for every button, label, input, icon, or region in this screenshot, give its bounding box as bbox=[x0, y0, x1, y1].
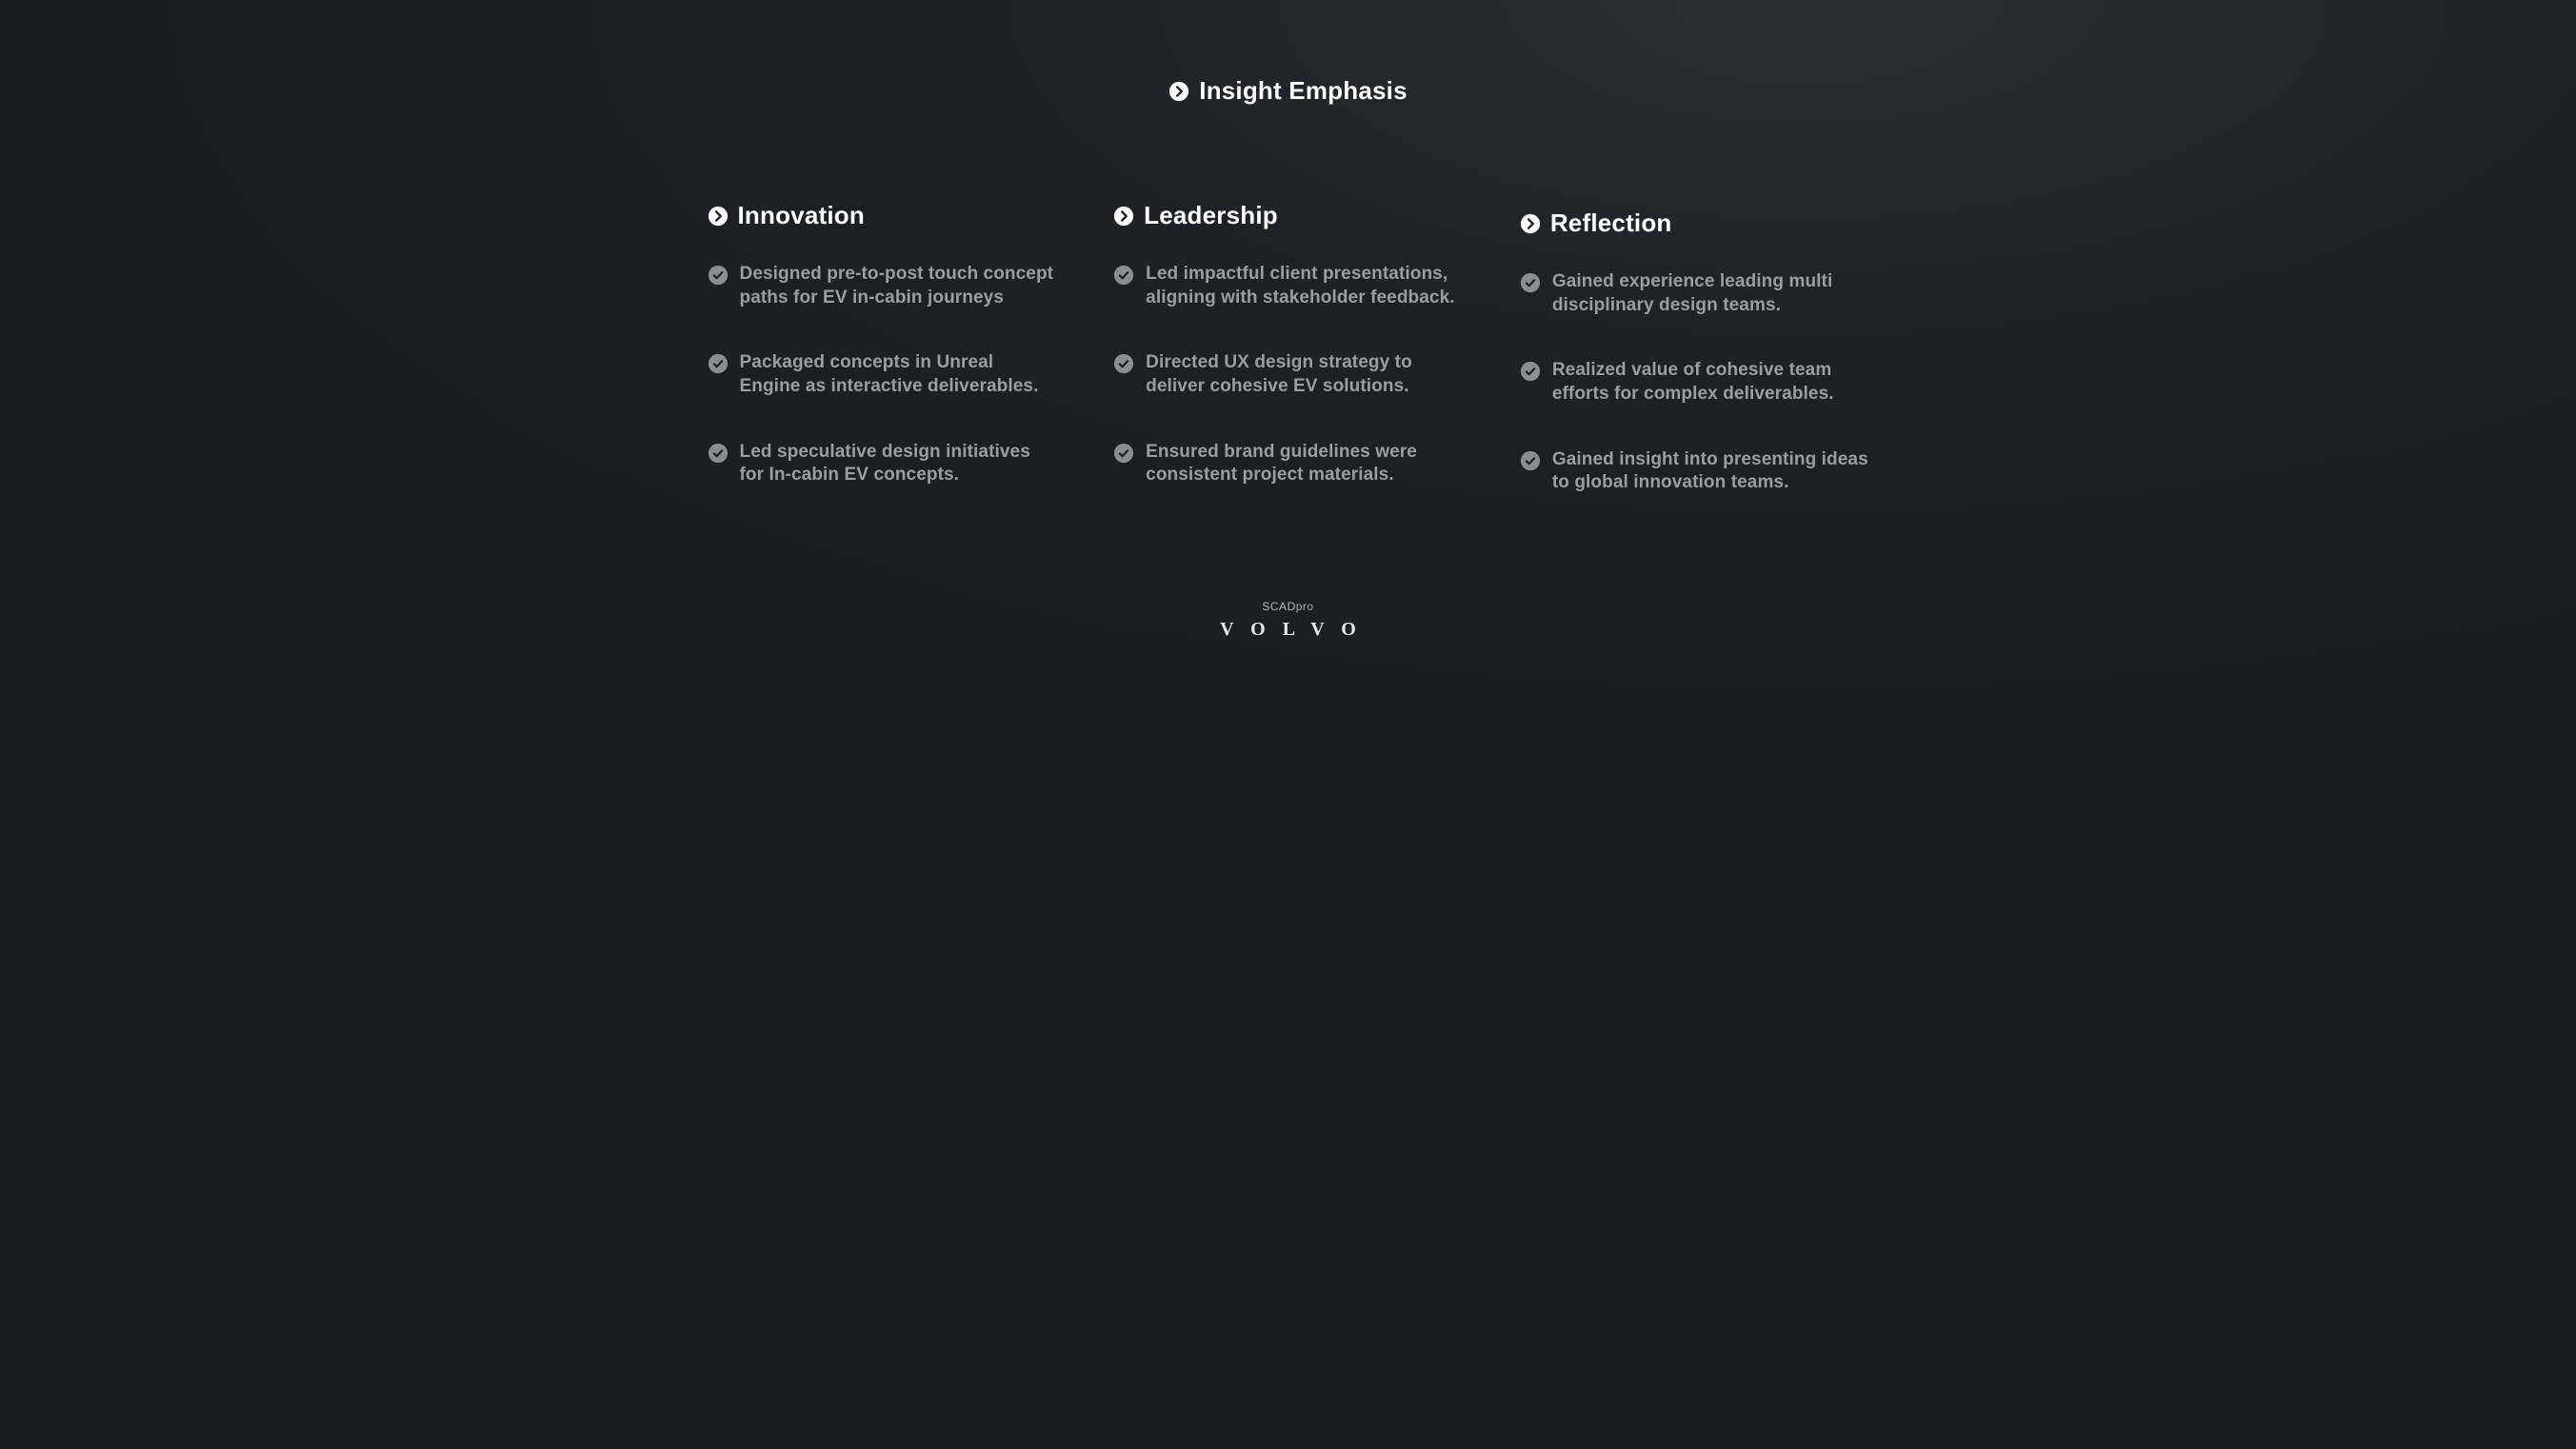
list-item: Gained insight into presenting ideas to … bbox=[1520, 448, 1869, 495]
arrow-right-circle-icon bbox=[1168, 81, 1189, 102]
list-item: Realized value of cohesive team efforts … bbox=[1520, 359, 1869, 406]
scadpro-text-scad: SCAD bbox=[1262, 600, 1295, 613]
list-item: Gained experience leading multi discipli… bbox=[1520, 270, 1869, 317]
list-item-text: Realized value of cohesive team efforts … bbox=[1552, 359, 1869, 406]
slide: Insight Emphasis Innovation Designed pre… bbox=[669, 76, 1907, 641]
scadpro-text-pro: pro bbox=[1296, 600, 1314, 613]
column-title: Reflection bbox=[1550, 208, 1672, 238]
column-heading: Leadership bbox=[1113, 201, 1463, 230]
list-item: Directed UX design strategy to deliver c… bbox=[1113, 351, 1463, 398]
list-item: Ensured brand guidelines were consistent… bbox=[1113, 441, 1463, 487]
list-item-text: Gained insight into presenting ideas to … bbox=[1552, 448, 1869, 495]
list-item: Led impactful client presentations, alig… bbox=[1113, 263, 1463, 309]
bullet-list: Led impactful client presentations, alig… bbox=[1113, 263, 1463, 487]
column-title: Innovation bbox=[738, 201, 865, 230]
slide-title: Insight Emphasis bbox=[1199, 76, 1407, 106]
scadpro-logo: SCADpro bbox=[1262, 600, 1313, 613]
column: Innovation Designed pre-to-post touch co… bbox=[708, 201, 1057, 495]
checkmark-circle-icon bbox=[708, 443, 729, 464]
list-item-text: Led impactful client presentations, alig… bbox=[1146, 263, 1463, 309]
list-item-text: Gained experience leading multi discipli… bbox=[1552, 270, 1869, 317]
arrow-right-circle-icon bbox=[1520, 213, 1541, 234]
arrow-right-circle-icon bbox=[708, 206, 729, 227]
list-item: Led speculative design initiatives for I… bbox=[708, 441, 1057, 487]
list-item: Packaged concepts in Unreal Engine as in… bbox=[708, 351, 1057, 398]
column-heading: Reflection bbox=[1520, 208, 1869, 238]
column-title: Leadership bbox=[1144, 201, 1278, 230]
arrow-right-circle-icon bbox=[1113, 206, 1134, 227]
bullet-list: Designed pre-to-post touch concept paths… bbox=[708, 263, 1057, 487]
list-item-text: Designed pre-to-post touch concept paths… bbox=[740, 263, 1057, 309]
list-item-text: Ensured brand guidelines were consistent… bbox=[1146, 441, 1463, 487]
slide-heading: Insight Emphasis bbox=[1168, 76, 1407, 106]
checkmark-circle-icon bbox=[1520, 272, 1541, 293]
checkmark-circle-icon bbox=[1520, 361, 1541, 382]
column-heading: Innovation bbox=[708, 201, 1057, 230]
checkmark-circle-icon bbox=[1113, 265, 1134, 286]
footer-logos: SCADpro VOLVO bbox=[1203, 600, 1373, 641]
checkmark-circle-icon bbox=[708, 353, 729, 374]
checkmark-circle-icon bbox=[708, 265, 729, 286]
bullet-list: Gained experience leading multi discipli… bbox=[1520, 270, 1869, 495]
checkmark-circle-icon bbox=[1113, 443, 1134, 464]
checkmark-circle-icon bbox=[1113, 353, 1134, 374]
list-item-text: Led speculative design initiatives for I… bbox=[740, 441, 1057, 487]
volvo-logo: VOLVO bbox=[1220, 619, 1373, 641]
column: Leadership Led impactful client presenta… bbox=[1113, 201, 1463, 495]
list-item-text: Directed UX design strategy to deliver c… bbox=[1146, 351, 1463, 398]
columns-container: Innovation Designed pre-to-post touch co… bbox=[669, 201, 1907, 495]
checkmark-circle-icon bbox=[1520, 450, 1541, 471]
column: Reflection Gained experience leading mul… bbox=[1520, 201, 1869, 495]
list-item-text: Packaged concepts in Unreal Engine as in… bbox=[740, 351, 1057, 398]
list-item: Designed pre-to-post touch concept paths… bbox=[708, 263, 1057, 309]
